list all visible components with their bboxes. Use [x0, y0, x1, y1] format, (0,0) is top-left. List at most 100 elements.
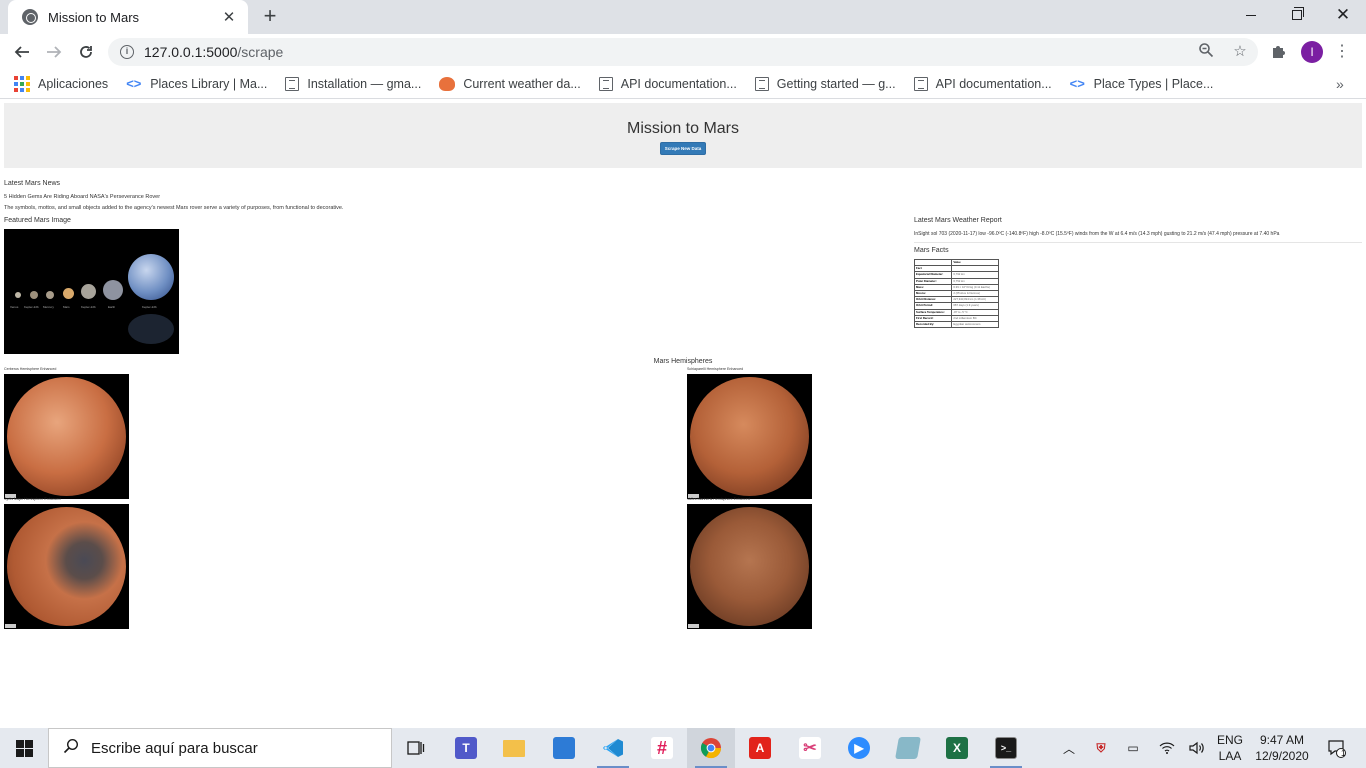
excel-icon: X: [946, 737, 968, 759]
language-indicator[interactable]: ENG LAA: [1210, 732, 1250, 764]
planet: [81, 284, 96, 299]
chevron-double-right-icon[interactable]: »: [1336, 76, 1344, 92]
remote-desktop-app[interactable]: [540, 728, 588, 768]
jumbotron: Mission to Mars Scrape New Data: [4, 103, 1362, 168]
hemisphere-title: Schiaparelli Hemisphere Enhanced: [687, 367, 744, 371]
acrobat-app[interactable]: A: [736, 728, 784, 768]
bookmark-label: API documentation...: [935, 77, 1052, 91]
show-hidden-icons[interactable]: ︿: [1058, 728, 1080, 768]
close-window-button[interactable]: ✕: [1320, 0, 1366, 30]
planet: [128, 254, 174, 300]
weather-heading: Latest Mars Weather Report: [914, 217, 1002, 224]
address-bar[interactable]: i 127.0.0.1:5000/scrape ☆: [108, 38, 1258, 66]
doc-icon: [913, 77, 928, 91]
notes-icon: [895, 737, 921, 759]
planet: [30, 291, 38, 299]
slack-icon: #: [651, 737, 673, 759]
url-path: /scrape: [237, 44, 284, 60]
notification-center-button[interactable]: 1: [1316, 728, 1356, 768]
bookmark-item[interactable]: API documentation...: [913, 77, 1052, 91]
reload-button[interactable]: [73, 39, 99, 65]
news-title: 5 Hidden Gems Are Riding Aboard NASA's P…: [4, 194, 161, 200]
snipping-tool-app[interactable]: ✂: [786, 728, 834, 768]
site-info-icon[interactable]: i: [120, 45, 134, 59]
hemisphere-title: Cerberus Hemisphere Enhanced: [4, 367, 57, 371]
reload-icon: [80, 46, 92, 58]
news-paragraph: The symbols, mottos, and small objects a…: [4, 205, 344, 211]
hemisphere-image[interactable]: [4, 504, 129, 629]
browser-tab[interactable]: Mission to Mars ✕: [8, 0, 248, 34]
minimize-icon: [1246, 14, 1256, 16]
bookmark-apps[interactable]: Aplicaciones: [14, 76, 108, 92]
forward-button[interactable]: [41, 39, 67, 65]
profile-avatar[interactable]: I: [1301, 41, 1323, 63]
terminal-app[interactable]: >_: [982, 728, 1030, 768]
hemisphere-image[interactable]: [687, 504, 812, 629]
bookmark-item[interactable]: Installation — gma...: [285, 77, 421, 91]
excel-app[interactable]: X: [933, 728, 981, 768]
fact-label: Recorded By:: [913, 321, 953, 329]
url-text[interactable]: 127.0.0.1:5000/scrape: [144, 44, 283, 60]
bookmark-label: API documentation...: [620, 77, 737, 91]
bookmark-item[interactable]: Getting started — g...: [754, 77, 896, 91]
mars-globe: [7, 507, 126, 626]
weather-icon: [439, 77, 456, 91]
start-button[interactable]: [0, 728, 48, 768]
close-tab-icon[interactable]: ✕: [220, 8, 238, 26]
more-menu-icon[interactable]: ⋮: [1334, 40, 1350, 64]
folder-icon: [503, 739, 525, 757]
teams-app[interactable]: T: [442, 728, 490, 768]
scrape-button[interactable]: Scrape New Data: [660, 142, 706, 155]
planet: [103, 280, 123, 300]
restore-button[interactable]: [1274, 0, 1320, 30]
planet-label: Kepler-22b: [81, 305, 96, 309]
chrome-icon: [700, 738, 722, 759]
planet: [15, 292, 21, 298]
planet-label: Venus: [10, 305, 19, 309]
file-explorer-app[interactable]: [490, 728, 538, 768]
lang-code: ENG: [1216, 733, 1243, 747]
usgs-logo: [5, 624, 16, 628]
battery-icon[interactable]: ▭: [1122, 728, 1144, 768]
planet-label: Mercury: [43, 305, 54, 309]
taskbar-search[interactable]: Escribe aquí para buscar: [48, 728, 392, 768]
new-tab-button[interactable]: +: [258, 5, 282, 29]
star-bookmark-icon[interactable]: ☆: [1230, 42, 1250, 62]
arrow-right-icon: [47, 46, 62, 58]
antivirus-tray-icon[interactable]: ⛨: [1090, 728, 1112, 768]
hemisphere-image[interactable]: [4, 374, 129, 499]
back-button[interactable]: [9, 39, 35, 65]
volume-icon[interactable]: [1186, 728, 1208, 768]
bookmark-item[interactable]: API documentation...: [598, 77, 737, 91]
slack-app[interactable]: #: [638, 728, 686, 768]
search-icon: [63, 738, 81, 759]
vscode-app[interactable]: [589, 728, 637, 768]
hemisphere-image[interactable]: [687, 374, 812, 499]
browser-toolbar: i 127.0.0.1:5000/scrape ☆ I ⋮: [0, 34, 1366, 70]
bookmark-label: Getting started — g...: [776, 77, 896, 91]
planet-label: Earth: [108, 305, 116, 309]
table-row: Orbit Distance: 227,943,824 km (1.38 AU): [913, 296, 999, 304]
mars-globe: [690, 507, 809, 626]
wifi-icon[interactable]: [1156, 728, 1178, 768]
chrome-app[interactable]: [687, 728, 735, 768]
tab-title: Mission to Mars: [48, 9, 140, 25]
divider: [914, 242, 1362, 243]
search-placeholder: Escribe aquí para buscar: [91, 739, 258, 757]
bookmark-item[interactable]: <> Places Library | Ma...: [126, 77, 267, 92]
planet-label: Kepler-22b: [142, 305, 157, 309]
task-view-button[interactable]: [392, 728, 440, 768]
bookmark-label: Place Types | Place...: [1093, 77, 1214, 91]
notes-app[interactable]: [884, 728, 932, 768]
hemispheres-heading: Mars Hemispheres: [653, 358, 713, 365]
system-clock[interactable]: 9:47 AM 12/9/2020: [1252, 732, 1312, 764]
bookmark-item[interactable]: <> Place Types | Place...: [1070, 77, 1214, 92]
page-title: Mission to Mars: [626, 120, 740, 137]
bookmark-item[interactable]: Current weather da...: [439, 77, 581, 91]
extensions-puzzle-icon[interactable]: [1269, 42, 1289, 62]
windows-taskbar: Escribe aquí para buscar T # A ✂ ▶ X >_ …: [0, 728, 1366, 768]
minimize-button[interactable]: [1228, 0, 1274, 30]
zoom-app[interactable]: ▶: [835, 728, 883, 768]
task-view-icon: [407, 741, 425, 755]
zoom-icon[interactable]: [1196, 42, 1216, 62]
